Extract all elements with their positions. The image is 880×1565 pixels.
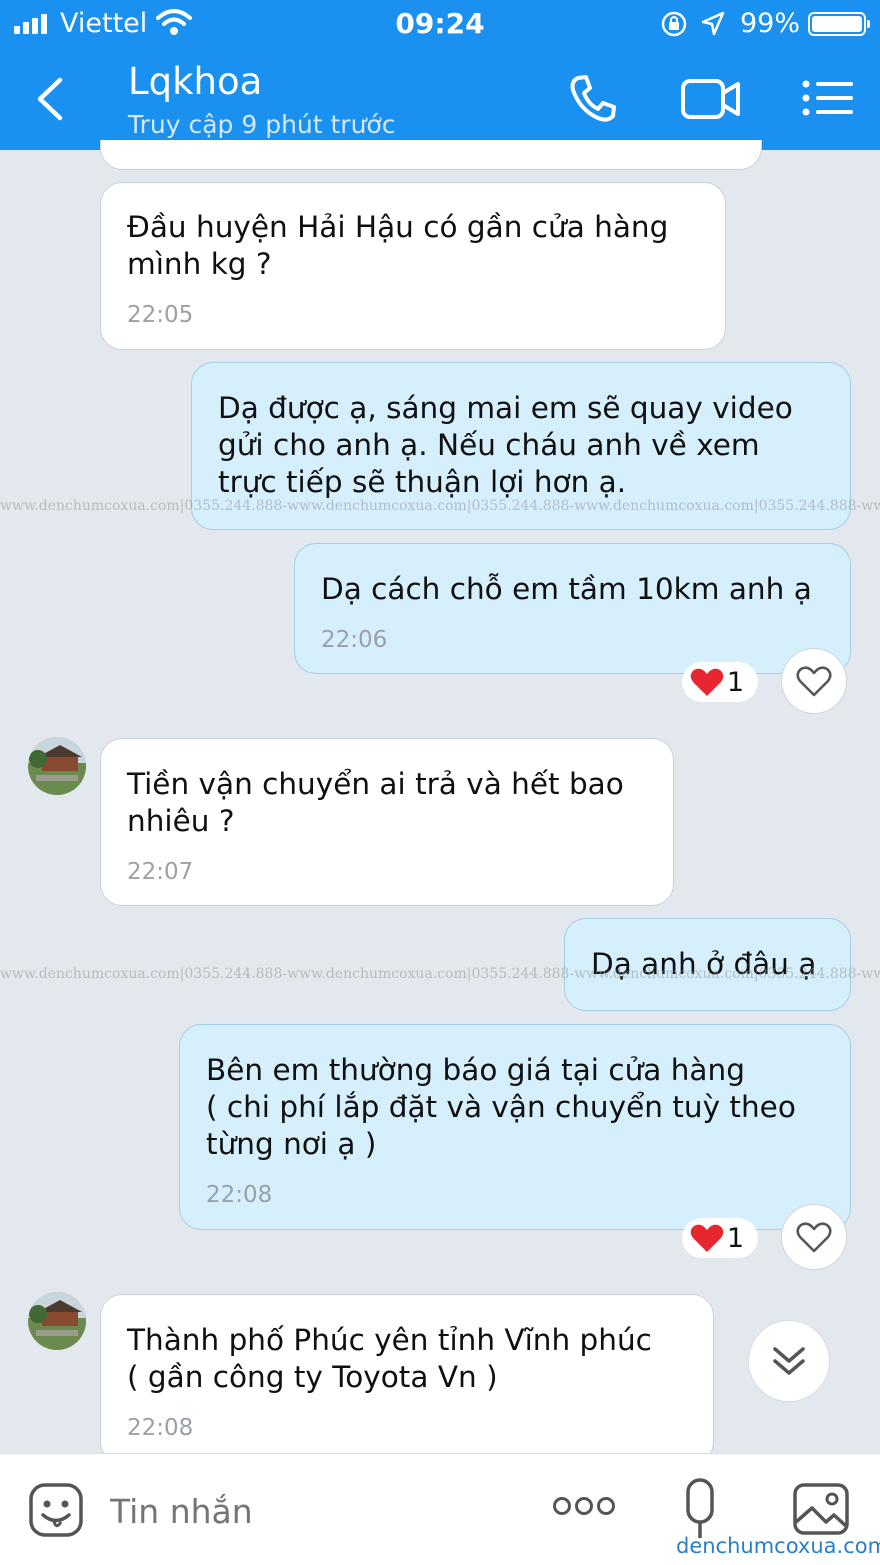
message-text: Thành phố Phúc yên tỉnh Vĩnh phúc [127,1323,652,1357]
previous-bubble-edge [100,140,762,170]
heart-outline-icon [796,666,832,697]
message-text: nhiêu ? [127,804,235,838]
video-call-icon[interactable] [680,78,742,120]
message-text: ( chi phí lắp đặt và vận chuyển tuỳ theo [206,1090,796,1124]
location-icon [701,11,725,36]
heart-icon [690,1224,724,1252]
message-bubble[interactable]: Đầu huyện Hải Hậu có gần cửa hàng mình k… [100,182,726,350]
avatar[interactable] [28,1292,86,1350]
message-input[interactable] [110,1488,510,1534]
back-icon[interactable] [30,74,70,124]
like-button[interactable] [781,648,847,714]
message-time: 22:06 [321,627,388,653]
heart-outline-icon [796,1222,832,1253]
scroll-to-bottom-button[interactable] [748,1320,830,1402]
rotation-lock-icon [661,11,687,37]
heart-icon [690,668,724,696]
watermark-text: www.denchumcoxua.com|0355.244.888-www.de… [0,498,880,514]
message-text: trực tiếp sẽ thuận lợi hơn ạ. [218,465,627,499]
message-time: 22:07 [127,859,194,885]
phone-icon[interactable] [568,72,618,124]
battery-icon [808,12,870,36]
brand-watermark: denchumcoxua.com [676,1534,880,1558]
contact-last-seen: Truy cập 9 phút trước [128,110,396,139]
message-time: 22:08 [127,1415,194,1441]
message-bubble[interactable]: Thành phố Phúc yên tỉnh Vĩnh phúc ( gần … [100,1294,714,1464]
menu-list-icon[interactable] [802,80,854,116]
avatar-photo [28,737,86,795]
double-chevron-down-icon [773,1347,805,1375]
status-bar: Viettel 09:24 99% [0,0,880,50]
reaction-count: 1 [726,666,744,698]
message-bubble[interactable]: Dạ cách chỗ em tầm 10km anh ạ 22:06 [294,543,851,674]
message-text: Dạ được ạ, sáng mai em sẽ quay video [218,391,793,425]
avatar[interactable] [28,737,86,795]
message-bubble[interactable]: Dạ anh ở đâu ạ [564,918,851,1011]
message-text: Tiền vận chuyển ai trả và hết bao [127,767,624,801]
message-bubble[interactable]: Tiền vận chuyển ai trả và hết bao nhiêu … [100,738,674,906]
battery-percent: 99% [740,8,801,39]
like-button[interactable] [781,1204,847,1270]
message-text: Dạ cách chỗ em tầm 10km anh ạ [321,572,812,606]
message-text: ( gần công ty Toyota Vn ) [127,1360,498,1394]
message-text: mình kg ? [127,247,272,281]
reaction-badge[interactable]: 1 [682,1218,758,1258]
message-time: 22:08 [206,1182,273,1208]
reaction-badge[interactable]: 1 [682,662,758,702]
sticker-icon[interactable] [28,1482,84,1538]
message-text: gửi cho anh ạ. Nếu cháu anh về xem [218,428,760,462]
top-bar: Viettel 09:24 99% Lqkhoa Truy cập 9 phút… [0,0,880,150]
more-icon[interactable] [552,1496,616,1516]
contact-name[interactable]: Lqkhoa [128,60,262,103]
message-text: Bên em thường báo giá tại cửa hàng [206,1053,745,1087]
watermark-text: www.denchumcoxua.com|0355.244.888-www.de… [0,966,880,982]
message-text: từng nơi ạ ) [206,1127,377,1161]
message-time: 22:05 [127,302,194,328]
gallery-icon[interactable] [792,1482,850,1536]
reaction-count: 1 [726,1222,744,1254]
avatar-photo [28,1292,86,1350]
message-bubble[interactable]: Bên em thường báo giá tại cửa hàng ( chi… [179,1024,851,1230]
message-text: Đầu huyện Hải Hậu có gần cửa hàng [127,210,669,244]
